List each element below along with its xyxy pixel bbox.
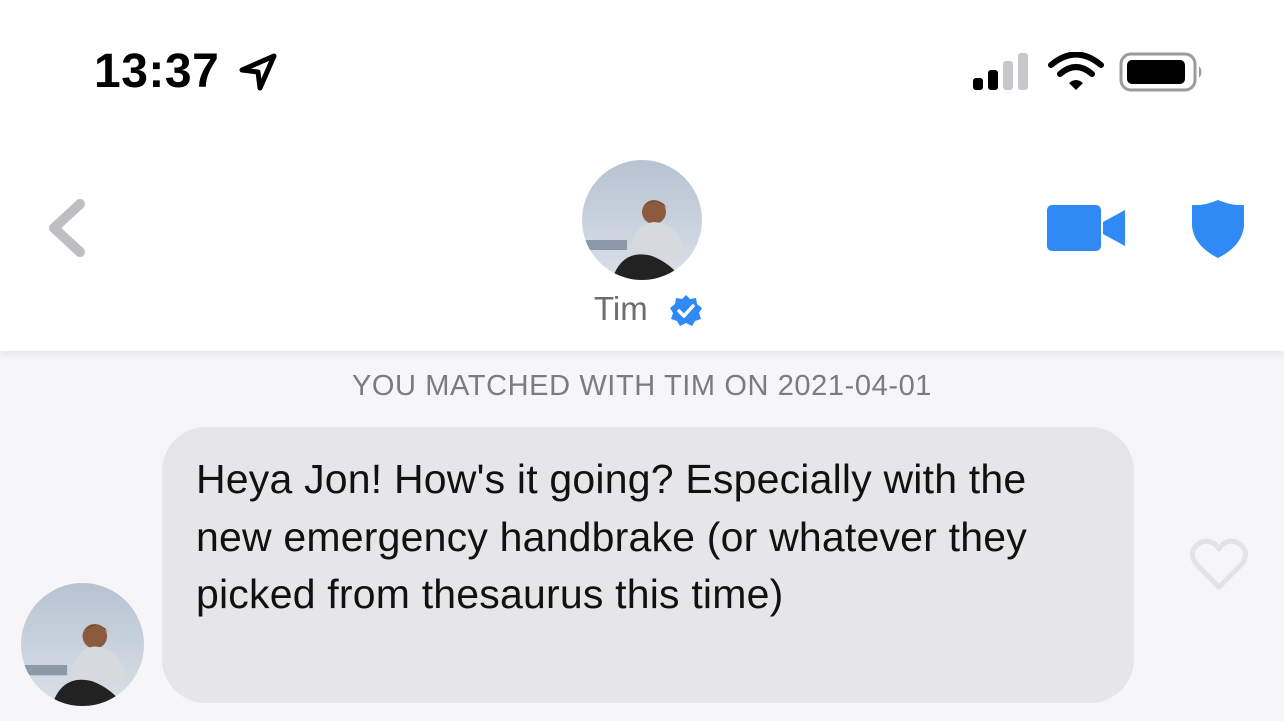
chat-header: Tim <box>0 140 1284 351</box>
video-call-button[interactable] <box>1044 202 1128 254</box>
chat-area: YOU MATCHED WITH TIM ON 2021-04-01 Heya … <box>0 351 1284 721</box>
verified-badge-icon <box>670 295 702 326</box>
sender-avatar[interactable] <box>21 583 144 706</box>
contact-name: Tim <box>594 290 648 327</box>
wifi-icon <box>1048 52 1104 90</box>
safety-shield-button[interactable] <box>1188 196 1248 260</box>
status-bar: 13:37 <box>0 0 1284 140</box>
message-text: Heya Jon! How's it going? Especially wit… <box>196 456 1027 617</box>
heart-outline-icon[interactable] <box>1189 537 1249 591</box>
battery-icon <box>1119 52 1202 92</box>
status-time: 13:37 <box>94 45 220 98</box>
location-arrow-icon <box>239 53 277 91</box>
match-date-note: YOU MATCHED WITH TIM ON 2021-04-01 <box>351 370 933 402</box>
header-avatar[interactable] <box>582 160 702 280</box>
message-bubble[interactable]: Heya Jon! How's it going? Especially wit… <box>162 427 1134 703</box>
back-button[interactable] <box>38 190 98 270</box>
cellular-signal-icon <box>973 53 1028 90</box>
